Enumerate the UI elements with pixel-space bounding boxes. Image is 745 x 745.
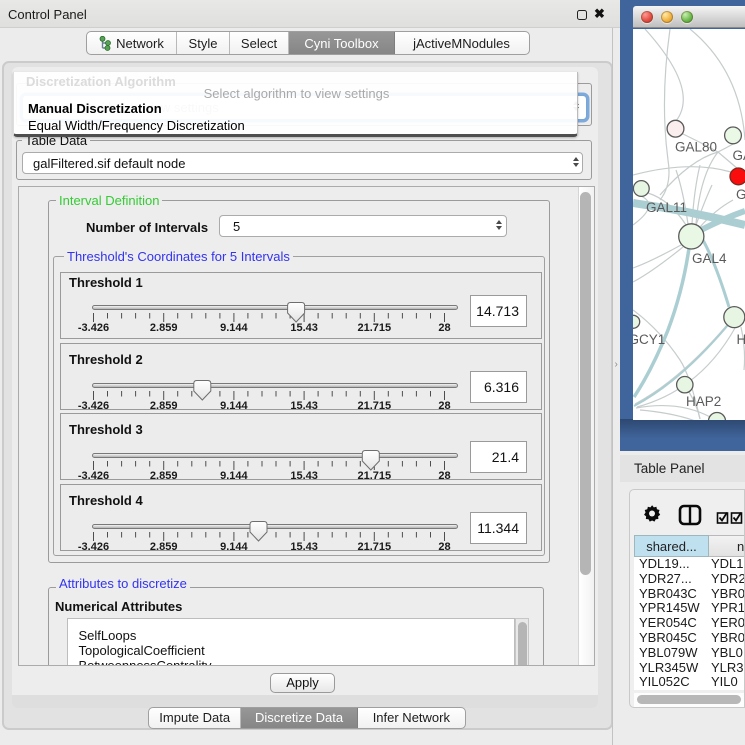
- svg-text:GAL80: GAL80: [675, 140, 717, 155]
- svg-text:GCY1: GCY1: [633, 332, 665, 347]
- svg-text:HAP2: HAP2: [686, 394, 721, 409]
- svg-text:GA: GA: [736, 187, 745, 202]
- svg-text:GAL4: GAL4: [692, 251, 727, 266]
- svg-text:HA: HA: [737, 332, 745, 347]
- svg-text:GAL11: GAL11: [646, 200, 687, 215]
- svg-text:GAL7: GAL7: [733, 148, 745, 163]
